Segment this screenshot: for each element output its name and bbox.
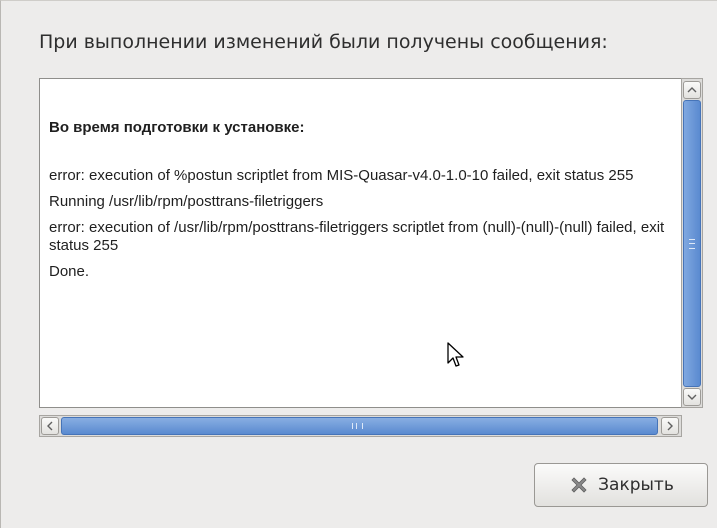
log-line: error: execution of /usr/lib/rpm/posttra… <box>49 219 665 254</box>
grip-icon <box>689 239 695 249</box>
chevron-right-icon <box>667 421 673 431</box>
messages-dialog: При выполнении изменений были получены с… <box>0 0 717 528</box>
horizontal-scroll-thumb[interactable] <box>61 417 658 435</box>
scroll-down-button[interactable] <box>683 388 701 406</box>
scroll-left-button[interactable] <box>41 417 59 435</box>
grip-icon <box>352 423 363 429</box>
scroll-right-button[interactable] <box>661 417 679 435</box>
close-button-label: Закрыть <box>598 475 674 495</box>
vertical-scroll-thumb[interactable] <box>683 100 701 387</box>
message-log-content: Во время подготовки к установке: error: … <box>49 119 677 289</box>
close-x-icon <box>571 477 587 493</box>
log-section-title: Во время подготовки к установке: <box>49 119 305 136</box>
scroll-up-button[interactable] <box>683 81 701 99</box>
dialog-heading: При выполнении изменений были получены с… <box>39 31 608 53</box>
horizontal-scrollbar[interactable] <box>39 415 682 437</box>
chevron-down-icon <box>687 394 697 400</box>
message-log-view[interactable]: Во время подготовки к установке: error: … <box>39 78 682 408</box>
log-line: error: execution of %postun scriptlet fr… <box>49 167 634 184</box>
chevron-left-icon <box>47 421 53 431</box>
close-button[interactable]: Закрыть <box>534 463 708 507</box>
mouse-pointer-icon <box>447 342 464 367</box>
vertical-scrollbar[interactable] <box>681 78 703 408</box>
chevron-up-icon <box>687 87 697 93</box>
log-line: Done. <box>49 263 90 280</box>
log-line: Running /usr/lib/rpm/posttrans-filetrigg… <box>49 193 324 210</box>
